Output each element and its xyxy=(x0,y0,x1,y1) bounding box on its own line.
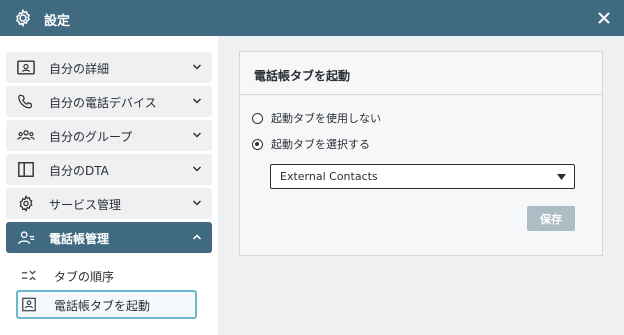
panel-header: 電話帳タブを起動 xyxy=(240,52,602,95)
sidebar-item-label: 自分の詳細 xyxy=(49,62,110,76)
chevron-down-icon xyxy=(192,98,202,104)
caret-down-icon xyxy=(557,174,566,180)
sidebar-item-label: 自分の電話デバイス xyxy=(49,96,157,110)
tab-order-icon xyxy=(21,270,36,281)
window-title: 設定 xyxy=(44,14,71,29)
panel-title: 電話帳タブを起動 xyxy=(254,69,351,83)
sidebar-item-my-phone-devices[interactable]: 自分の電話デバイス xyxy=(6,86,212,117)
option-no-launch-tab[interactable]: 起動タブを使用しない xyxy=(252,110,381,126)
chevron-up-icon xyxy=(192,234,202,240)
save-button[interactable]: 保存 xyxy=(527,206,575,231)
sidebar-item-label: サービス管理 xyxy=(49,198,122,212)
service-gear-icon xyxy=(19,195,33,212)
gear-icon xyxy=(16,9,30,27)
sidebar-item-phonebook-management[interactable]: 電話帳管理 xyxy=(6,222,212,253)
close-icon[interactable] xyxy=(594,8,614,28)
sidebar: 自分の詳細 自分の電話デバイス 自分のグループ 自分のDTA サービス管理 電話… xyxy=(0,36,218,335)
contact-card-icon xyxy=(22,297,36,312)
sidebar-subitem-tab-order[interactable]: タブの順序 xyxy=(16,261,197,290)
radio-button[interactable] xyxy=(252,112,263,124)
sidebar-item-label: 自分のグループ xyxy=(49,130,133,144)
chevron-down-icon xyxy=(192,166,202,172)
radio-button[interactable] xyxy=(252,138,263,150)
sidebar-subitem-phonebook-launch-tab[interactable]: 電話帳タブを起動 xyxy=(16,290,197,319)
radio-label: 起動タブを使用しない xyxy=(271,112,381,125)
sidebar-item-service-management[interactable]: サービス管理 xyxy=(6,188,212,219)
radio-label: 起動タブを選択する xyxy=(271,138,370,151)
settings-panel: 電話帳タブを起動 起動タブを使用しない 起動タブを選択する External C… xyxy=(239,51,603,256)
sidebar-item-my-dta[interactable]: 自分のDTA xyxy=(6,154,212,185)
chevron-down-icon xyxy=(192,200,202,206)
sidebar-item-my-details[interactable]: 自分の詳細 xyxy=(6,52,212,83)
sidebar-item-label: 電話帳管理 xyxy=(49,232,110,246)
group-icon xyxy=(17,130,35,141)
sidebar-item-label: 自分のDTA xyxy=(49,164,109,178)
launch-tab-select[interactable]: External Contacts xyxy=(270,164,575,189)
phone-icon xyxy=(18,94,33,109)
sidebar-item-my-groups[interactable]: 自分のグループ xyxy=(6,120,212,151)
sidebar-subitem-label: タブの順序 xyxy=(54,270,115,284)
panel-icon xyxy=(18,162,34,177)
option-select-launch-tab[interactable]: 起動タブを選択する xyxy=(252,136,370,152)
chevron-down-icon xyxy=(192,64,202,70)
title-bar: 設定 xyxy=(0,0,624,36)
id-card-icon xyxy=(17,60,35,75)
sidebar-subitem-label: 電話帳タブを起動 xyxy=(54,299,151,313)
contacts-icon xyxy=(18,231,35,245)
select-value: External Contacts xyxy=(280,170,378,183)
chevron-down-icon xyxy=(192,132,202,138)
